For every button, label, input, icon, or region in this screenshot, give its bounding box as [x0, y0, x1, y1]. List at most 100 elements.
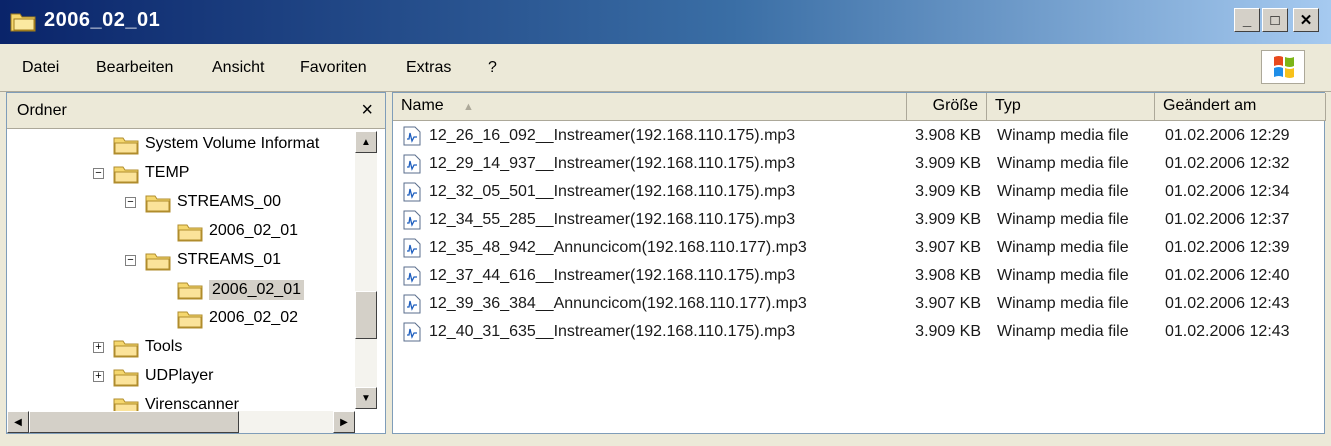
file-type: Winamp media file [997, 155, 1129, 172]
audio-file-icon [403, 126, 421, 146]
audio-file-icon [403, 182, 421, 202]
scroll-right-button[interactable]: ▶ [333, 411, 355, 433]
file-size: 3.909 KB [915, 183, 981, 200]
file-modified: 01.02.2006 12:43 [1165, 295, 1290, 312]
column-header-size[interactable]: Größe [907, 93, 987, 121]
menu-ansicht[interactable]: Ansicht [212, 59, 264, 77]
file-name: 12_32_05_501__Instreamer(192.168.110.175… [429, 183, 796, 200]
file-name: 12_34_55_285__Instreamer(192.168.110.175… [429, 211, 796, 228]
file-name: 12_37_44_616__Instreamer(192.168.110.175… [429, 267, 796, 284]
tree-item-label: 2006_02_01 [209, 280, 304, 300]
tree-item[interactable]: 2006_02_01 [7, 278, 353, 304]
expand-icon[interactable]: + [93, 342, 104, 353]
audio-file-icon [403, 154, 421, 174]
file-row[interactable]: 12_32_05_501__Instreamer(192.168.110.175… [393, 179, 1324, 207]
file-modified: 01.02.2006 12:29 [1165, 127, 1290, 144]
file-name: 12_29_14_937__Instreamer(192.168.110.175… [429, 155, 796, 172]
audio-file-icon [403, 294, 421, 314]
column-header-name[interactable]: Name ▲ [393, 93, 907, 121]
scroll-up-button[interactable]: ▲ [355, 131, 377, 153]
tree-item[interactable]: System Volume Informat [7, 133, 353, 159]
sort-ascending-icon: ▲ [463, 101, 474, 113]
close-button[interactable]: ✕ [1293, 8, 1319, 32]
collapse-icon[interactable]: − [93, 168, 104, 179]
audio-file-icon [403, 210, 421, 230]
folder-icon [145, 253, 171, 271]
menu-bearbeiten[interactable]: Bearbeiten [96, 59, 173, 77]
file-size: 3.907 KB [915, 295, 981, 312]
tree-item[interactable]: + Tools [7, 336, 353, 362]
file-row[interactable]: 12_34_55_285__Instreamer(192.168.110.175… [393, 207, 1324, 235]
minimize-button[interactable]: _ [1234, 8, 1260, 32]
file-row[interactable]: 12_29_14_937__Instreamer(192.168.110.175… [393, 151, 1324, 179]
file-row[interactable]: 12_26_16_092__Instreamer(192.168.110.175… [393, 123, 1324, 151]
column-header-modified[interactable]: Geändert am [1155, 93, 1326, 121]
menu-help[interactable]: ? [488, 59, 497, 77]
file-modified: 01.02.2006 12:43 [1165, 323, 1290, 340]
title-bar[interactable]: 2006_02_01 _ □ ✕ [0, 0, 1331, 44]
tree-item-label: Tools [145, 338, 183, 355]
file-name: 12_35_48_942__Annuncicom(192.168.110.177… [429, 239, 807, 256]
tree-item-label: 2006_02_02 [209, 309, 298, 326]
tree-item-label: System Volume Informat [145, 135, 320, 152]
tree-item[interactable]: − STREAMS_00 [7, 191, 353, 217]
file-type: Winamp media file [997, 323, 1129, 340]
file-size: 3.909 KB [915, 323, 981, 340]
collapse-icon[interactable]: − [125, 197, 136, 208]
file-row[interactable]: 12_37_44_616__Instreamer(192.168.110.175… [393, 263, 1324, 291]
tree-item-label: STREAMS_01 [177, 251, 282, 268]
folder-icon [113, 166, 139, 184]
folder-icon [113, 398, 139, 412]
tree-vertical-scrollbar[interactable]: ▲ ▼ [355, 131, 377, 409]
file-name: 12_39_36_384__Annuncicom(192.168.110.177… [429, 295, 807, 312]
folder-pane-header: Ordner × [7, 93, 385, 129]
file-type: Winamp media file [997, 295, 1129, 312]
tree-item[interactable]: 2006_02_01 [7, 220, 353, 246]
file-row[interactable]: 12_40_31_635__Instreamer(192.168.110.175… [393, 319, 1324, 347]
file-type: Winamp media file [997, 127, 1129, 144]
folder-icon [177, 311, 203, 329]
folder-icon [177, 282, 203, 300]
tree-item[interactable]: 2006_02_02 [7, 307, 353, 333]
file-name: 12_26_16_092__Instreamer(192.168.110.175… [429, 127, 796, 144]
tree-item-label: Virenscanner [145, 396, 239, 412]
folder-pane-close-button[interactable]: × [361, 99, 373, 122]
horizontal-scroll-thumb[interactable] [29, 411, 239, 433]
window-title: 2006_02_01 [44, 9, 161, 31]
arrow-down-icon: ▼ [361, 392, 371, 404]
tree-item[interactable]: − TEMP [7, 162, 353, 188]
menu-datei[interactable]: Datei [22, 59, 59, 77]
file-modified: 01.02.2006 12:39 [1165, 239, 1290, 256]
file-size: 3.907 KB [915, 239, 981, 256]
tree-item[interactable]: Virenscanner [7, 394, 353, 412]
audio-file-icon [403, 266, 421, 286]
tree-item-label: TEMP [145, 164, 190, 181]
vertical-scroll-thumb[interactable] [355, 291, 377, 339]
tree-item[interactable]: + UDPlayer [7, 365, 353, 391]
menu-favoriten[interactable]: Favoriten [300, 59, 367, 77]
file-modified: 01.02.2006 12:37 [1165, 211, 1290, 228]
file-modified: 01.02.2006 12:34 [1165, 183, 1290, 200]
file-size: 3.908 KB [915, 127, 981, 144]
folder-icon [113, 340, 139, 358]
file-row[interactable]: 12_39_36_384__Annuncicom(192.168.110.177… [393, 291, 1324, 319]
column-size-label: Größe [932, 97, 978, 114]
folder-icon [10, 13, 36, 32]
maximize-button[interactable]: □ [1262, 8, 1288, 32]
collapse-icon[interactable]: − [125, 255, 136, 266]
folder-icon [113, 137, 139, 155]
column-header-type[interactable]: Typ [987, 93, 1155, 121]
menu-extras[interactable]: Extras [406, 59, 451, 77]
scroll-down-button[interactable]: ▼ [355, 387, 377, 409]
file-type: Winamp media file [997, 239, 1129, 256]
file-type: Winamp media file [997, 183, 1129, 200]
tree-item[interactable]: − STREAMS_01 [7, 249, 353, 275]
windows-logo [1261, 50, 1305, 84]
restore-icon: □ [1270, 11, 1280, 29]
scroll-left-button[interactable]: ◀ [7, 411, 29, 433]
menu-bar: Datei Bearbeiten Ansicht Favoriten Extra… [0, 44, 1331, 92]
file-row[interactable]: 12_35_48_942__Annuncicom(192.168.110.177… [393, 235, 1324, 263]
expand-icon[interactable]: + [93, 371, 104, 382]
tree-horizontal-scrollbar[interactable]: ◀ ▶ [7, 411, 355, 433]
file-name: 12_40_31_635__Instreamer(192.168.110.175… [429, 323, 796, 340]
